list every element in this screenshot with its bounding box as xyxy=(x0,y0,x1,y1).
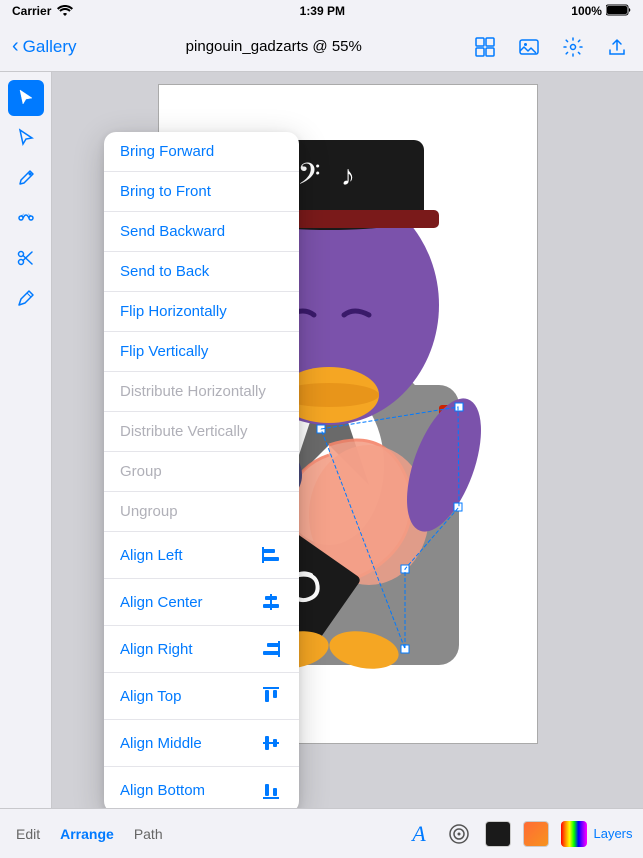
carrier-label: Carrier xyxy=(12,4,51,18)
image-icon[interactable] xyxy=(515,33,543,61)
toolbar-actions xyxy=(471,33,631,61)
ungroup-item: Ungroup xyxy=(104,492,299,532)
document-title: pingouin_gadzarts @ 55% xyxy=(186,38,362,55)
target-icon[interactable] xyxy=(445,820,473,848)
align-top-label: Align Top xyxy=(120,688,181,705)
flip-horizontally-label: Flip Horizontally xyxy=(120,303,227,320)
edit-button[interactable]: Edit xyxy=(16,826,40,842)
path-button[interactable]: Path xyxy=(134,826,163,842)
arrange-button[interactable]: Arrange xyxy=(60,826,114,842)
wifi-icon xyxy=(57,4,73,19)
back-button[interactable]: Gallery xyxy=(23,37,77,57)
align-center-item[interactable]: Align Center xyxy=(104,579,299,626)
align-left-item[interactable]: Align Left xyxy=(104,532,299,579)
scissors-tool[interactable] xyxy=(8,240,44,276)
align-top-item[interactable]: Align Top xyxy=(104,673,299,720)
bottom-right-actions: A Layers xyxy=(405,820,627,848)
distribute-vertically-label: Distribute Vertically xyxy=(120,423,248,440)
align-center-icon xyxy=(259,590,283,614)
color-swatch[interactable] xyxy=(523,821,549,847)
send-backward-item[interactable]: Send Backward xyxy=(104,212,299,252)
align-left-icon xyxy=(259,543,283,567)
layers-button[interactable]: Layers xyxy=(599,820,627,848)
status-left: Carrier xyxy=(12,4,73,19)
flip-vertically-item[interactable]: Flip Vertically xyxy=(104,332,299,372)
share-icon[interactable] xyxy=(603,33,631,61)
node-tool[interactable] xyxy=(8,200,44,236)
flip-horizontally-item[interactable]: Flip Horizontally xyxy=(104,292,299,332)
text-tool-button[interactable]: A xyxy=(405,820,433,848)
toolbar: ‹ Gallery pingouin_gadzarts @ 55% xyxy=(0,22,643,72)
send-to-back-item[interactable]: Send to Back xyxy=(104,252,299,292)
align-left-label: Align Left xyxy=(120,547,183,564)
subselect-tool[interactable] xyxy=(8,120,44,156)
bring-forward-label: Bring Forward xyxy=(120,143,214,160)
battery-label: 100% xyxy=(571,4,602,18)
tools-panel xyxy=(0,72,52,808)
time-label: 1:39 PM xyxy=(300,4,345,18)
main-layout: 𝄢 ♪ xyxy=(0,72,643,808)
svg-text:♪: ♪ xyxy=(341,161,355,192)
group-label: Group xyxy=(120,463,162,480)
frame-icon[interactable] xyxy=(471,33,499,61)
distribute-horizontally-item: Distribute Horizontally xyxy=(104,372,299,412)
color-palette-icon[interactable] xyxy=(561,821,587,847)
distribute-vertically-item: Distribute Vertically xyxy=(104,412,299,452)
ungroup-label: Ungroup xyxy=(120,503,178,520)
select-tool[interactable] xyxy=(8,80,44,116)
align-right-label: Align Right xyxy=(120,641,193,658)
align-bottom-label: Align Bottom xyxy=(120,782,205,799)
group-item: Group xyxy=(104,452,299,492)
align-bottom-item[interactable]: Align Bottom xyxy=(104,767,299,808)
battery-icon xyxy=(606,4,631,19)
status-right: 100% xyxy=(571,4,631,19)
shape-icon[interactable] xyxy=(485,821,511,847)
svg-text:𝄢: 𝄢 xyxy=(297,158,320,198)
bring-to-front-item[interactable]: Bring to Front xyxy=(104,172,299,212)
align-top-icon xyxy=(259,684,283,708)
align-middle-icon xyxy=(259,731,283,755)
align-center-label: Align Center xyxy=(120,594,203,611)
pencil-tool[interactable] xyxy=(8,280,44,316)
flip-vertically-label: Flip Vertically xyxy=(120,343,208,360)
settings-icon[interactable] xyxy=(559,33,587,61)
bring-to-front-label: Bring to Front xyxy=(120,183,211,200)
back-chevron-icon: ‹ xyxy=(12,35,19,58)
align-bottom-icon xyxy=(259,778,283,802)
align-middle-item[interactable]: Align Middle xyxy=(104,720,299,767)
send-backward-label: Send Backward xyxy=(120,223,225,240)
send-to-back-label: Send to Back xyxy=(120,263,209,280)
align-right-icon xyxy=(259,637,283,661)
canvas-area[interactable]: 𝄢 ♪ xyxy=(52,72,643,808)
toolbar-left: ‹ Gallery xyxy=(12,35,77,58)
align-right-item[interactable]: Align Right xyxy=(104,626,299,673)
distribute-horizontally-label: Distribute Horizontally xyxy=(120,383,266,400)
bring-forward-item[interactable]: Bring Forward xyxy=(104,132,299,172)
bottom-bar: Edit Arrange Path A Layers xyxy=(0,808,643,858)
status-bar: Carrier 1:39 PM 100% xyxy=(0,0,643,22)
pen-tool[interactable] xyxy=(8,160,44,196)
context-menu: Bring Forward Bring to Front Send Backwa… xyxy=(104,132,299,808)
bottom-left-actions: Edit Arrange Path xyxy=(16,826,163,842)
align-middle-label: Align Middle xyxy=(120,735,202,752)
